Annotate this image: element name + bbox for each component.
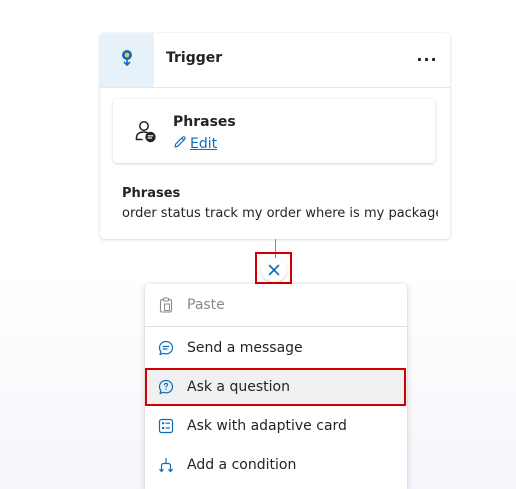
trigger-card[interactable]: Trigger ··· Phrases Edit Phrases order s… bbox=[100, 33, 450, 239]
paste-icon bbox=[158, 297, 174, 313]
menu-item-label: Ask a question bbox=[187, 379, 290, 395]
menu-divider bbox=[145, 326, 407, 327]
menu-item-label: Paste bbox=[187, 297, 225, 313]
connector-line bbox=[275, 239, 276, 259]
phrases-node-title: Phrases bbox=[173, 114, 236, 130]
menu-item-add-condition[interactable]: Add a condition bbox=[145, 446, 407, 484]
adaptive-card-icon bbox=[158, 418, 174, 434]
phrases-person-icon bbox=[134, 120, 158, 144]
question-icon bbox=[158, 379, 174, 395]
menu-item-ask-adaptive-card[interactable]: Ask with adaptive card bbox=[145, 407, 407, 445]
trigger-title: Trigger bbox=[166, 50, 223, 66]
edit-link-label: Edit bbox=[190, 136, 218, 152]
edit-link[interactable]: Edit bbox=[173, 135, 217, 153]
menu-item-label: Add a condition bbox=[187, 457, 297, 473]
phrases-value: order status track my order where is my … bbox=[122, 206, 438, 221]
menu-item-paste[interactable]: Paste bbox=[145, 286, 407, 324]
menu-item-ask-question[interactable]: Ask a question bbox=[145, 368, 407, 406]
close-icon bbox=[268, 261, 280, 280]
pencil-icon bbox=[173, 135, 187, 153]
trigger-icon-box bbox=[100, 33, 154, 87]
menu-item-label: Ask with adaptive card bbox=[187, 418, 347, 434]
add-node-menu: Paste Send a message Ask a question Ask … bbox=[145, 284, 407, 489]
phrases-node[interactable]: Phrases Edit bbox=[113, 99, 435, 163]
menu-item-label: Send a message bbox=[187, 340, 303, 356]
trigger-icon bbox=[119, 49, 135, 71]
more-options-button[interactable]: ··· bbox=[414, 47, 440, 71]
close-add-node-button[interactable] bbox=[261, 258, 287, 282]
message-icon bbox=[158, 340, 174, 356]
trigger-header: Trigger ··· bbox=[100, 33, 450, 88]
condition-icon bbox=[158, 457, 174, 473]
phrases-label: Phrases bbox=[122, 186, 181, 201]
menu-item-send-message[interactable]: Send a message bbox=[145, 329, 407, 367]
